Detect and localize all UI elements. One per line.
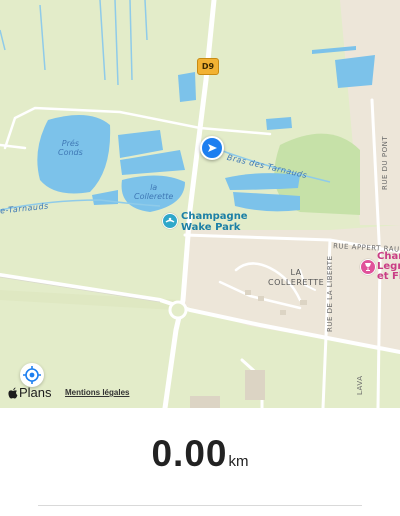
maps-brand-label: Plans — [19, 385, 52, 400]
wake-park-icon[interactable] — [162, 213, 178, 229]
current-location-icon[interactable] — [200, 136, 224, 160]
roundabout — [168, 300, 188, 320]
recenter-button[interactable] — [20, 363, 44, 387]
map-view[interactable]: Prés Conds la Collerette Bras des Tarnauds… — [0, 0, 400, 408]
crosshair-icon — [23, 366, 41, 384]
street-label-rue-de-la-liberte: RUE DE LA LIBERTE — [326, 255, 334, 333]
maps-attribution: Plans — [8, 385, 52, 400]
road-shield-d9: D9 — [197, 58, 219, 75]
wine-glass-icon[interactable] — [360, 259, 376, 275]
legal-notices-link[interactable]: Mentions légales — [65, 388, 129, 397]
distance-readout: 0.00km — [0, 433, 400, 475]
distance-value: 0.00 — [151, 433, 228, 474]
apple-icon — [8, 387, 18, 398]
distance-unit: km — [228, 453, 249, 470]
divider — [38, 505, 362, 506]
street-label-lava: LAVA — [356, 375, 364, 395]
water-label-pres-conds: Prés Conds — [58, 139, 83, 157]
street-label-rue-du-pont: RUE DU PONT — [381, 135, 389, 190]
poi-label-wake-park[interactable]: Champagne Wake Park — [181, 211, 248, 233]
water-label-la-collerette: la Collerette — [134, 183, 174, 201]
area-label-la-collerette: LA COLLERETTE — [268, 268, 325, 287]
poi-label-champagne[interactable]: ChamLegraet Fil — [377, 252, 400, 282]
